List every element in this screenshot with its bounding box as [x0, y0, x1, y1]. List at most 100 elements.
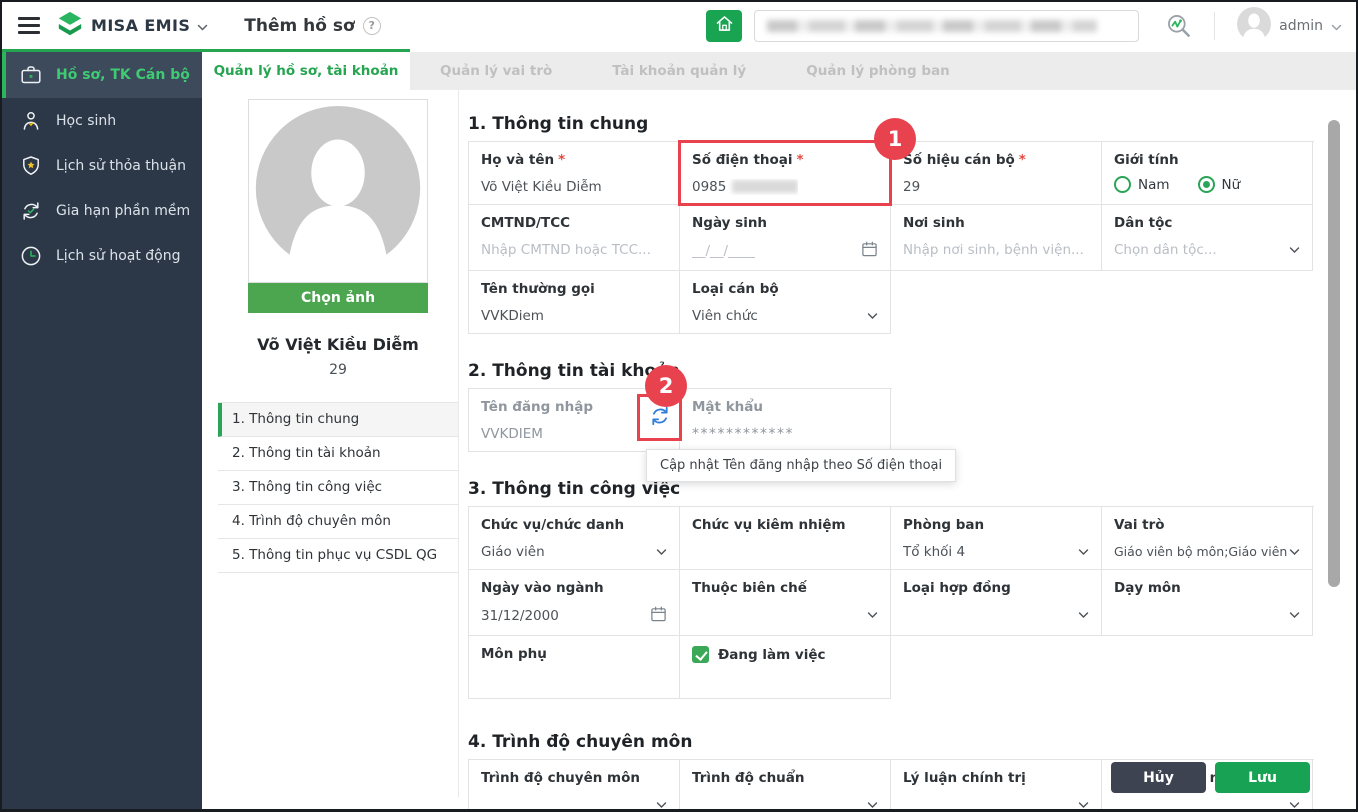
field-so-dien-thoai[interactable]: Số điện thoại * 0985 1 — [678, 118, 916, 206]
field-gioi-tinh[interactable]: Giới tính Nam Nữ — [1102, 142, 1313, 205]
staff-name: Võ Việt Kiều Diễm — [257, 335, 419, 354]
field-mat-khau[interactable]: Mật khẩu ************ — [680, 389, 891, 452]
chevron-down-icon[interactable] — [867, 797, 878, 810]
search-insights-icon[interactable] — [1165, 12, 1192, 39]
renew-check-icon — [19, 199, 43, 223]
sidebar-item-lich-su-hoat-dong[interactable]: Lịch sử hoạt động — [2, 233, 202, 278]
callout-2-badge: 2 — [645, 365, 687, 407]
field-thuoc-bien-che[interactable]: Thuộc biên chế — [680, 570, 891, 636]
sidebar-item-label: Lịch sử hoạt động — [56, 247, 181, 264]
radio-nam[interactable]: Nam — [1114, 176, 1170, 193]
field-dan-toc[interactable]: Dân tộc Chọn dân tộc... — [1102, 205, 1313, 271]
radio-nam-icon[interactable] — [1114, 176, 1131, 193]
sidebar-item-label: Lịch sử thỏa thuận — [56, 157, 186, 174]
callout-1-badge: 1 — [874, 118, 916, 160]
dang-lam-viec-checkbox[interactable]: Đang làm việc — [692, 646, 878, 663]
field-dang-lam-viec[interactable]: Đang làm việc — [680, 636, 891, 699]
sidebar-item-lich-su-thoa-thuan[interactable]: Lịch sử thỏa thuận — [2, 143, 202, 188]
tab-bar: Quản lý hồ sơ, tài khoản Quản lý vai trò… — [202, 52, 1356, 90]
home-icon — [714, 13, 735, 38]
sidebar-item-gia-han-phan-mem[interactable]: Gia hạn phần mềm — [2, 188, 202, 233]
avatar-placeholder-icon — [255, 106, 421, 282]
radio-nu-icon[interactable] — [1197, 176, 1215, 193]
chevron-down-icon[interactable] — [1289, 607, 1300, 623]
profile-section-nav: 1. Thông tin chung 2. Thông tin tài khoả… — [218, 402, 458, 573]
sidebar-item-label: Gia hạn phần mềm — [56, 202, 191, 219]
chevron-down-icon[interactable] — [1289, 242, 1300, 258]
scrollbar-thumb[interactable] — [1328, 120, 1340, 587]
account-info-table: Tên đăng nhập VVKDIEM Mật khẩu *********… — [468, 365, 957, 482]
chevron-down-icon[interactable] — [1289, 797, 1300, 810]
staff-code: 29 — [329, 362, 347, 378]
profile-nav-thong-tin-chung[interactable]: 1. Thông tin chung — [218, 403, 458, 437]
work-info-table: Chức vụ/chức danh Giáo viên Chức vụ kiêm… — [468, 506, 1314, 699]
chevron-down-icon[interactable] — [656, 544, 667, 560]
profile-nav-thong-tin-tai-khoan[interactable]: 2. Thông tin tài khoản — [218, 437, 458, 471]
field-mon-phu[interactable]: Môn phụ — [469, 636, 680, 699]
cancel-button[interactable]: Hủy — [1111, 762, 1206, 793]
chevron-down-icon[interactable] — [656, 797, 667, 810]
misa-emis-logo-icon — [56, 10, 84, 42]
sidebar-item-hoc-sinh[interactable]: Học sinh — [2, 98, 202, 143]
field-noi-sinh[interactable]: Nơi sinh Nhập nơi sinh, bệnh viện... — [891, 205, 1102, 271]
field-trinh-do-chuyen-mon[interactable]: Trình độ chuyên môn — [469, 760, 680, 810]
help-icon[interactable]: ? — [362, 16, 381, 35]
sidebar-item-ho-so-tk-can-bo[interactable]: Hồ sơ, TK Cán bộ — [2, 52, 202, 98]
user-menu[interactable]: admin — [1237, 6, 1342, 45]
chevron-down-icon[interactable] — [1078, 544, 1089, 560]
menu-icon[interactable] — [16, 13, 42, 38]
footer-actions: Hủy Lưu — [1111, 762, 1310, 793]
field-ngay-vao-nganh[interactable]: Ngày vào ngành 31/12/2000 — [469, 570, 680, 636]
choose-photo-button[interactable]: Chọn ảnh — [248, 283, 428, 313]
user-name: admin — [1279, 17, 1323, 34]
active-tab-indicator — [2, 49, 410, 52]
tab-quan-ly-ho-so-tai-khoan[interactable]: Quản lý hồ sơ, tài khoản — [202, 52, 410, 90]
brand-menu[interactable]: MISA EMIS — [56, 10, 208, 42]
calendar-icon[interactable] — [650, 605, 667, 627]
sync-username-icon[interactable] — [648, 404, 672, 432]
save-button[interactable]: Lưu — [1215, 762, 1310, 793]
field-so-hieu-can-bo[interactable]: Số hiệu cán bộ * 29 — [891, 142, 1102, 205]
phone-blurred — [732, 180, 799, 193]
form-panel: 1. Thông tin chung Họ và tên * Võ Việt Ki… — [468, 90, 1314, 810]
section-title-work: 3. Thông tin công việc — [468, 479, 681, 499]
field-ten-thuong-goi[interactable]: Tên thường gọi VVKDiem — [469, 271, 680, 334]
tab-quan-ly-phong-ban[interactable]: Quản lý phòng ban — [776, 52, 980, 90]
radio-nu[interactable]: Nữ — [1197, 176, 1240, 193]
chevron-down-icon[interactable] — [867, 607, 878, 623]
field-chuc-vu-kiem-nhiem[interactable]: Chức vụ kiêm nhiệm — [680, 507, 891, 570]
shield-star-icon — [19, 154, 43, 178]
general-info-table: Họ và tên * Võ Việt Kiều Diễm Số điện tho… — [468, 118, 1314, 334]
section-title-account: 2. Thông tin tài khoản — [468, 361, 680, 381]
field-ly-luan-chinh-tri[interactable]: Lý luận chính trị — [891, 760, 1102, 810]
profile-nav-trinh-do-chuyen-mon[interactable]: 4. Trình độ chuyên môn — [218, 505, 458, 539]
field-ngay-sinh[interactable]: Ngày sinh __/__/____ — [680, 205, 891, 271]
field-day-mon[interactable]: Dạy môn — [1102, 570, 1313, 636]
chevron-down-icon[interactable] — [867, 308, 878, 324]
home-button[interactable] — [706, 9, 743, 42]
tab-tai-khoan-quan-ly[interactable]: Tài khoản quản lý — [582, 52, 776, 90]
chevron-down-icon[interactable] — [1078, 607, 1089, 623]
profile-nav-thong-tin-phuc-vu-csdl-qg[interactable]: 5. Thông tin phục vụ CSDL QG — [218, 539, 458, 573]
field-phong-ban[interactable]: Phòng ban Tổ khối 4 — [891, 507, 1102, 570]
field-chuc-vu-chuc-danh[interactable]: Chức vụ/chức danh Giáo viên — [469, 507, 680, 570]
profile-nav-thong-tin-cong-viec[interactable]: 3. Thông tin công việc — [218, 471, 458, 505]
field-ho-va-ten[interactable]: Họ và tên * Võ Việt Kiều Diễm — [469, 142, 680, 205]
callout-1-box — [678, 140, 892, 206]
field-loai-hop-dong[interactable]: Loại hợp đồng — [891, 570, 1102, 636]
chevron-down-icon[interactable] — [1078, 797, 1089, 810]
top-header: MISA EMIS Thêm hồ sơ ? admin — [2, 2, 1356, 49]
tab-quan-ly-vai-tro[interactable]: Quản lý vai trò — [410, 52, 582, 90]
school-name-input[interactable] — [754, 9, 1140, 42]
field-trinh-do-chuan[interactable]: Trình độ chuẩn — [680, 760, 891, 810]
main-content: Chọn ảnh Võ Việt Kiều Diễm 29 1. Thông t… — [202, 90, 1356, 809]
field-loai-can-bo[interactable]: Loại cán bộ Viên chức — [680, 271, 891, 334]
field-vai-tro[interactable]: Vai trò Giáo viên bộ môn;Giáo viên — [1102, 507, 1313, 570]
app-window: MISA EMIS Thêm hồ sơ ? admin Hồ sơ, TK C… — [0, 0, 1358, 812]
checkbox-checked-icon[interactable] — [692, 646, 709, 663]
page-title-area: Thêm hồ sơ ? — [244, 16, 381, 36]
sidebar-item-label: Hồ sơ, TK Cán bộ — [56, 67, 190, 83]
calendar-icon[interactable] — [861, 240, 878, 262]
field-cmtnd-tcc[interactable]: CMTND/TCC Nhập CMTND hoặc TCC... — [469, 205, 680, 271]
chevron-down-icon[interactable] — [1289, 544, 1300, 560]
